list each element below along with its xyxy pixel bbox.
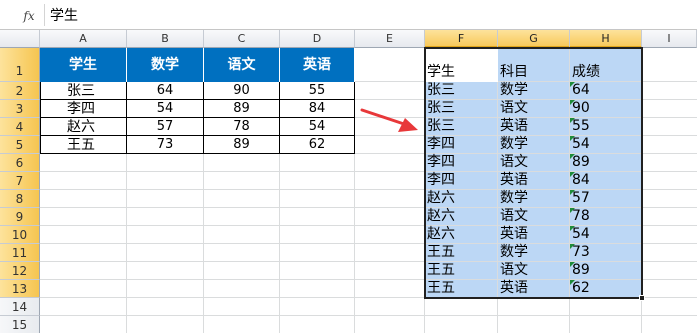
formula-input[interactable]: 学生: [50, 7, 78, 25]
source-cell[interactable]: 64: [127, 82, 204, 100]
row-header-3[interactable]: 3: [0, 100, 40, 118]
row-header-9[interactable]: 9: [0, 208, 40, 226]
column-header-i[interactable]: I: [642, 30, 697, 48]
source-cell[interactable]: 赵六: [40, 118, 127, 136]
column-header-d[interactable]: D: [280, 30, 355, 48]
selection-border: [424, 47, 643, 299]
source-header-cell[interactable]: 数学: [127, 48, 204, 82]
column-header-b[interactable]: B: [127, 30, 204, 48]
select-all-corner[interactable]: [0, 30, 40, 48]
row-header-15[interactable]: 15: [0, 316, 40, 333]
column-header-a[interactable]: A: [40, 30, 127, 48]
formula-bar: fx 学生: [0, 0, 697, 30]
column-header-f[interactable]: F: [425, 30, 498, 48]
source-cell[interactable]: 73: [127, 136, 204, 154]
source-cell[interactable]: 55: [280, 82, 355, 100]
source-cell[interactable]: 89: [204, 100, 280, 118]
column-header-e[interactable]: E: [355, 30, 425, 48]
grid-line: [40, 315, 697, 316]
source-header-cell[interactable]: 语文: [204, 48, 280, 82]
row-header-2[interactable]: 2: [0, 82, 40, 100]
source-cell[interactable]: 54: [127, 100, 204, 118]
row-header-7[interactable]: 7: [0, 172, 40, 190]
row-header-1[interactable]: 1: [0, 48, 40, 82]
source-cell[interactable]: 李四: [40, 100, 127, 118]
row-header-8[interactable]: 8: [0, 190, 40, 208]
insert-function-icon[interactable]: fx: [16, 8, 42, 24]
source-cell[interactable]: 90: [204, 82, 280, 100]
source-header-cell[interactable]: 英语: [280, 48, 355, 82]
source-cell[interactable]: 84: [280, 100, 355, 118]
source-cell[interactable]: 62: [280, 136, 355, 154]
source-cell[interactable]: 57: [127, 118, 204, 136]
source-cell[interactable]: 89: [204, 136, 280, 154]
row-header-14[interactable]: 14: [0, 298, 40, 316]
source-cell[interactable]: 78: [204, 118, 280, 136]
formula-bar-separator: [44, 4, 45, 26]
column-header-g[interactable]: G: [498, 30, 570, 48]
column-header-c[interactable]: C: [204, 30, 280, 48]
source-cell[interactable]: 王五: [40, 136, 127, 154]
row-header-10[interactable]: 10: [0, 226, 40, 244]
row-header-5[interactable]: 5: [0, 136, 40, 154]
row-header-12[interactable]: 12: [0, 262, 40, 280]
source-cell[interactable]: 张三: [40, 82, 127, 100]
source-cell[interactable]: 54: [280, 118, 355, 136]
row-header-11[interactable]: 11: [0, 244, 40, 262]
fill-handle[interactable]: [639, 295, 645, 301]
row-header-4[interactable]: 4: [0, 118, 40, 136]
spreadsheet-grid[interactable]: A B C D E F G H I 1 2 3 4 5 6 7 8 9 10 11 12 13 14 15 学生 数学 语文 英语 张三…: [0, 30, 697, 333]
source-header-cell[interactable]: 学生: [40, 48, 127, 82]
column-header-h[interactable]: H: [570, 30, 642, 48]
red-arrow-icon: [360, 108, 418, 132]
row-header-6[interactable]: 6: [0, 154, 40, 172]
row-header-13[interactable]: 13: [0, 280, 40, 298]
